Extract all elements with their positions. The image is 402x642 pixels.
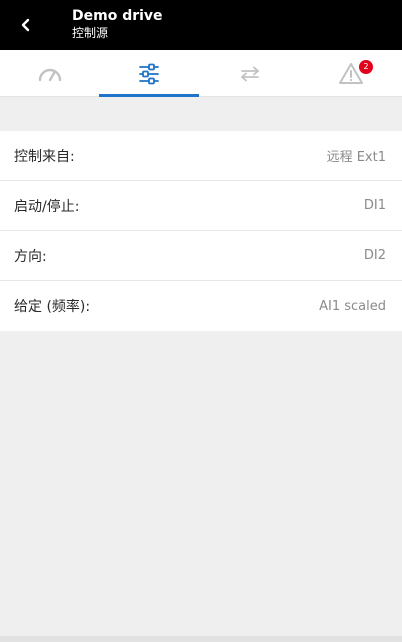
row-value: DI1 (363, 198, 386, 213)
sliders-icon (139, 63, 159, 84)
row-value: AI1 scaled (319, 298, 386, 314)
row-label: 方向: (14, 248, 47, 265)
transfer-arrows-icon (241, 66, 259, 81)
row-label: 控制来自: (14, 148, 75, 165)
row-value: 远程 Ext1 (326, 150, 386, 165)
app-header: Demo drive 控制源 (0, 0, 402, 50)
bottom-divider (0, 636, 402, 642)
row-value: DI2 (363, 248, 386, 263)
tab-settings[interactable] (99, 50, 199, 97)
control-source-list: 控制来自: 远程 Ext1 启动/停止: DI1 方向: DI2 给定 (频率)… (0, 131, 402, 331)
list-item[interactable]: 控制来自: 远程 Ext1 (0, 131, 402, 181)
page-title: Demo drive (72, 8, 163, 24)
list-item[interactable]: 启动/停止: DI1 (0, 181, 402, 231)
tab-transfer[interactable] (200, 50, 300, 97)
gauge-icon (38, 68, 62, 81)
tab-bar: 2 (0, 50, 402, 97)
back-button[interactable] (12, 12, 40, 38)
row-label: 给定 (频率): (14, 299, 91, 315)
row-label: 启动/停止: (14, 198, 80, 215)
tab-gauge[interactable] (0, 50, 100, 97)
page-subtitle: 控制源 (72, 26, 109, 40)
header-titles: Demo drive 控制源 (72, 7, 163, 41)
list-item[interactable]: 方向: DI2 (0, 231, 402, 281)
list-item[interactable]: 给定 (频率): AI1 scaled (0, 281, 402, 331)
tab-alarms[interactable]: 2 (301, 50, 401, 97)
alarm-count-badge: 2 (359, 60, 373, 74)
chevron-left-icon (21, 18, 30, 32)
